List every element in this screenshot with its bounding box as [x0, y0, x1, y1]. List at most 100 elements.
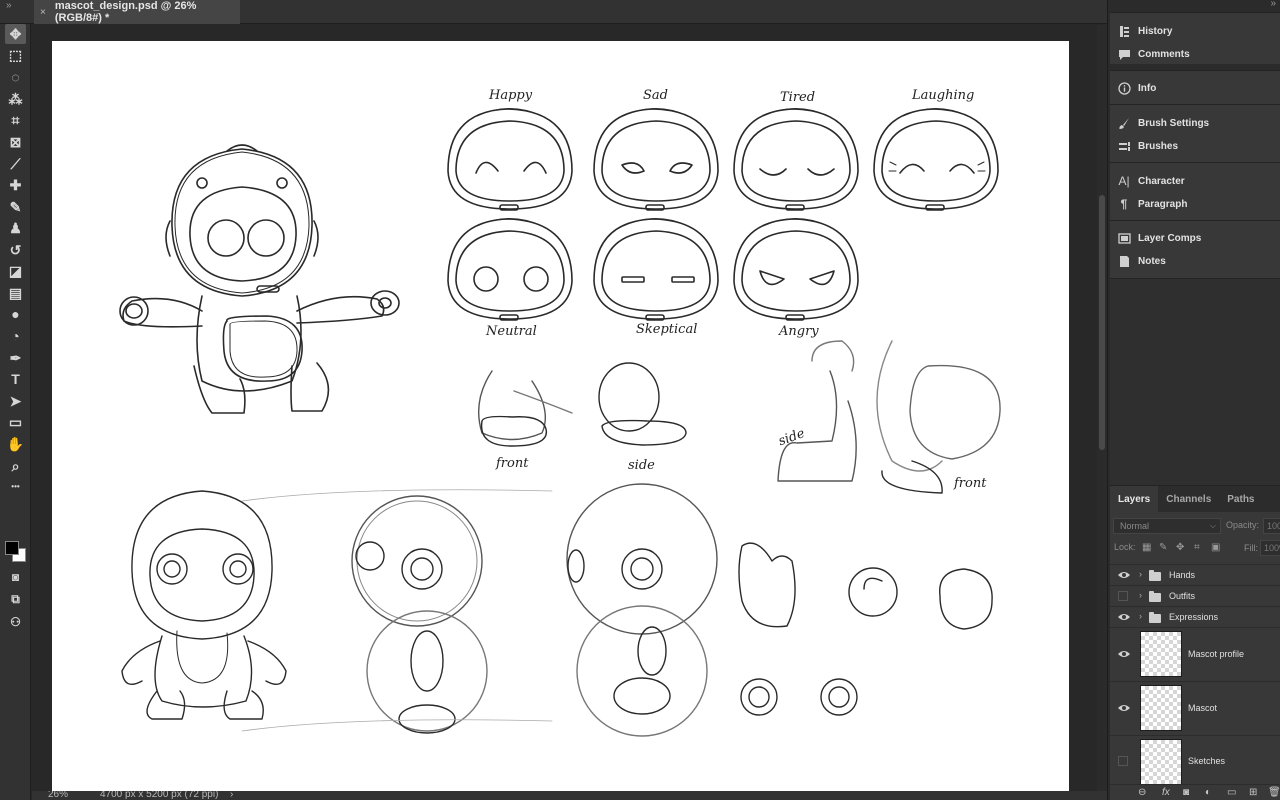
expand-chevron-icon[interactable]: ›: [1139, 569, 1142, 579]
lock-artboard-icon[interactable]: ⌗: [1194, 542, 1200, 553]
vertical-scrollbar[interactable]: [1097, 25, 1107, 791]
layer-sketches[interactable]: Sketches: [1110, 735, 1280, 785]
magic-wand-tool[interactable]: ⁂: [5, 89, 26, 109]
crop-tool[interactable]: ⌗: [5, 110, 26, 130]
brush-tool[interactable]: ✎: [5, 197, 26, 217]
new-layer-icon[interactable]: ⊞: [1249, 787, 1257, 798]
collapse-dock-icon[interactable]: »: [1270, 0, 1276, 9]
layer-mascot-profile[interactable]: Mascot profile: [1110, 627, 1280, 681]
zoom-tool[interactable]: ⌕: [5, 456, 26, 476]
panel-history[interactable]: History: [1110, 20, 1280, 42]
panel-character-label: Character: [1138, 175, 1185, 187]
type-tool[interactable]: T: [5, 369, 26, 389]
panel-layer-comps[interactable]: Layer Comps: [1110, 227, 1280, 249]
visibility-eye-icon[interactable]: [1118, 703, 1130, 713]
label-angry: Angry: [778, 324, 819, 339]
panel-paragraph[interactable]: ¶ Paragraph: [1110, 193, 1280, 215]
photoshop-window: » × mascot_design.psd @ 26% (RGB/8#) * ✥…: [0, 0, 1280, 800]
add-mask-icon[interactable]: ◙: [1183, 787, 1189, 798]
share[interactable]: ⚇: [5, 612, 26, 632]
panel-character[interactable]: A| Character: [1110, 170, 1280, 192]
lock-all-icon[interactable]: ▣: [1211, 542, 1220, 553]
path-select-tool[interactable]: ➤: [5, 391, 26, 411]
panel-group-history: History Comments: [1110, 12, 1280, 64]
lock-image-icon[interactable]: ✎: [1159, 542, 1167, 553]
layers-panel: Layers Channels Paths Normal ⌵ Opacity: …: [1110, 485, 1280, 800]
layer-name: Expressions: [1169, 612, 1219, 622]
layer-group-outfits[interactable]: › Outfits: [1110, 585, 1280, 606]
character-icon: A|: [1118, 174, 1130, 188]
mascot-front-sketch: [119, 144, 400, 414]
panel-notes[interactable]: Notes: [1110, 250, 1280, 272]
visibility-toggle-off[interactable]: [1118, 756, 1128, 766]
layer-mascot[interactable]: Mascot: [1110, 681, 1280, 735]
new-group-icon[interactable]: ▭: [1227, 787, 1236, 798]
folder-icon: [1149, 612, 1161, 623]
quick-mask[interactable]: ◙: [5, 567, 26, 587]
empty-panel-area: [1110, 278, 1280, 485]
visibility-eye-icon[interactable]: [1118, 612, 1130, 622]
healing-tool[interactable]: ✚: [5, 175, 26, 195]
document-tab[interactable]: × mascot_design.psd @ 26% (RGB/8#) *: [34, 0, 240, 24]
visibility-toggle-off[interactable]: [1118, 591, 1128, 601]
visibility-eye-icon[interactable]: [1118, 570, 1130, 580]
label-neutral: Neutral: [485, 324, 537, 339]
tab-paths[interactable]: Paths: [1219, 486, 1262, 512]
eyedropper-tool[interactable]: ⟋: [5, 154, 26, 174]
panel-comments[interactable]: Comments: [1110, 43, 1280, 65]
close-tab-icon[interactable]: ×: [40, 7, 46, 18]
fill-label: Fill:: [1244, 543, 1258, 553]
more-tools[interactable]: •••: [5, 477, 26, 497]
gradient-tool[interactable]: ▤: [5, 283, 26, 303]
collapse-toolbar-icon[interactable]: »: [6, 0, 12, 11]
eraser-tool[interactable]: ◪: [5, 261, 26, 281]
delete-layer-icon[interactable]: 🗑: [1268, 787, 1280, 798]
layer-thumbnail: [1140, 685, 1182, 731]
dodge-tool[interactable]: ◔: [5, 326, 26, 346]
zoom-level[interactable]: 26%: [48, 791, 68, 800]
panel-paragraph-label: Paragraph: [1138, 198, 1188, 210]
lasso-tool[interactable]: ◌: [5, 67, 26, 87]
panel-brushes[interactable]: Brushes: [1110, 135, 1280, 157]
adjustment-layer-icon[interactable]: ◐: [1205, 787, 1211, 798]
eraser-icon: ◪: [8, 263, 23, 279]
history-brush-tool[interactable]: ↺: [5, 240, 26, 260]
blend-mode-select[interactable]: Normal ⌵: [1113, 518, 1221, 534]
link-layers-icon[interactable]: ⊖: [1138, 787, 1146, 798]
panel-info[interactable]: Info: [1110, 77, 1280, 99]
frame-tool[interactable]: ⊠: [5, 132, 26, 152]
pen-tool[interactable]: ✒: [5, 348, 26, 368]
fill-input[interactable]: 100%: [1260, 540, 1280, 556]
lock-transparent-icon[interactable]: ▦: [1142, 542, 1151, 553]
label-skeptical: Skeptical: [636, 322, 697, 337]
panel-brush-settings-label: Brush Settings: [1138, 117, 1210, 129]
layer-group-expressions[interactable]: › Expressions: [1110, 606, 1280, 627]
shape-tool[interactable]: ▭: [5, 412, 26, 432]
layer-thumbnail: [1140, 739, 1182, 785]
document-canvas[interactable]: Happy Sad Tired Laughing Neutral Skeptic…: [52, 41, 1069, 800]
stamp-tool[interactable]: ♟: [5, 218, 26, 238]
marquee-tool[interactable]: ⬚: [5, 45, 26, 65]
label-sad: Sad: [643, 88, 668, 103]
expand-chevron-icon[interactable]: ›: [1139, 611, 1142, 621]
move-tool[interactable]: ✥: [5, 24, 26, 44]
foreground-color-swatch[interactable]: [5, 541, 19, 555]
tab-layers[interactable]: Layers: [1110, 486, 1159, 512]
history-icon: [1110, 25, 1138, 38]
panel-brush-settings[interactable]: Brush Settings: [1110, 112, 1280, 134]
hand-tool[interactable]: ✋: [5, 434, 26, 454]
tab-channels[interactable]: Channels: [1158, 486, 1219, 512]
layer-group-hands[interactable]: › Hands: [1110, 564, 1280, 585]
blur-tool[interactable]: ●: [5, 304, 26, 324]
opacity-input[interactable]: 100%: [1263, 518, 1280, 534]
lock-position-icon[interactable]: ✥: [1176, 542, 1184, 553]
visibility-eye-icon[interactable]: [1118, 649, 1130, 659]
gradient-icon: ▤: [8, 285, 23, 301]
status-menu-arrow[interactable]: ›: [230, 791, 233, 800]
screen-mode[interactable]: ⧉: [5, 589, 26, 609]
expand-chevron-icon[interactable]: ›: [1139, 590, 1142, 600]
fx-icon[interactable]: fx: [1162, 787, 1170, 798]
layer-thumbnail: [1140, 631, 1182, 677]
panel-group-info: Info: [1110, 70, 1280, 104]
scrollbar-thumb[interactable]: [1099, 195, 1105, 450]
